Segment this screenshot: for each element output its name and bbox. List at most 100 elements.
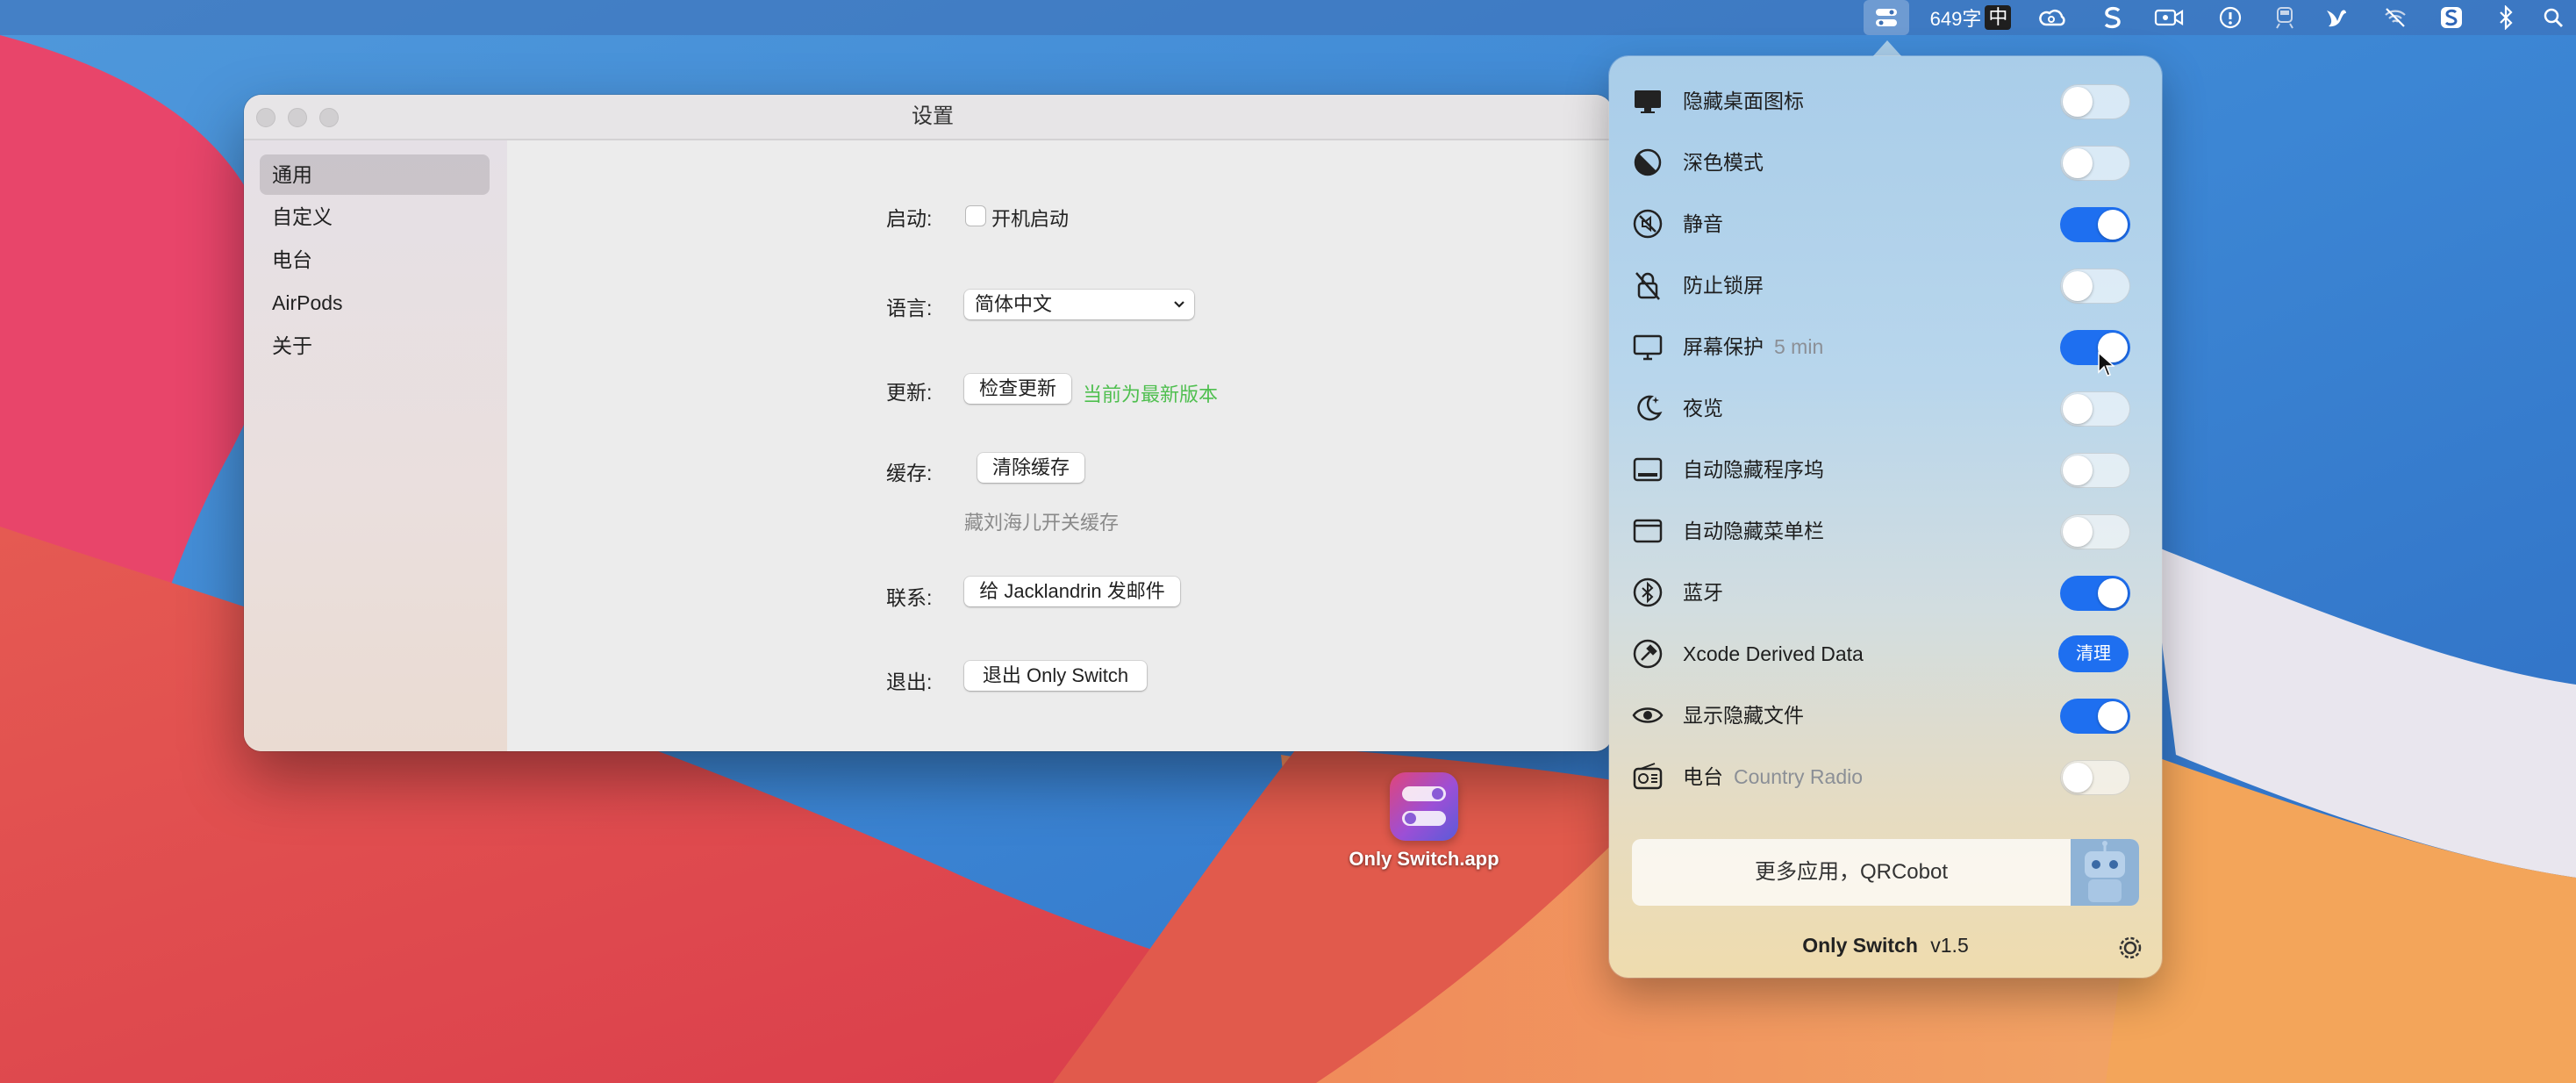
radio-toggle[interactable] bbox=[2060, 760, 2130, 795]
email-developer-button[interactable]: 给 Jacklandrin 发邮件 bbox=[964, 577, 1180, 606]
language-select-value: 简体中文 bbox=[975, 293, 1053, 315]
clean-derived-data-button[interactable]: 清理 bbox=[2058, 635, 2129, 672]
screensaver-duration: 5 min bbox=[1774, 335, 1824, 358]
language-select[interactable]: 简体中文 bbox=[964, 290, 1194, 319]
switch-row-xcode-derived-data: Xcode Derived Data 清理 bbox=[1609, 623, 2162, 685]
switch-label: 静音 bbox=[1683, 212, 1723, 235]
mute-icon bbox=[1633, 209, 1663, 239]
autohide-menubar-toggle[interactable] bbox=[2060, 514, 2130, 549]
switch-label: 隐藏桌面图标 bbox=[1683, 90, 1804, 112]
switch-label: 显示隐藏文件 bbox=[1683, 704, 1804, 727]
popover-arrow bbox=[1871, 40, 1903, 58]
dark-mode-toggle[interactable] bbox=[2060, 146, 2130, 181]
switch-row-dark-mode: 深色模式 bbox=[1609, 132, 2162, 193]
cache-note: 藏刘海儿开关缓存 bbox=[964, 512, 1120, 534]
contact-label: 联系: bbox=[886, 586, 933, 609]
switch-row-prevent-lock: 防止锁屏 bbox=[1609, 255, 2162, 316]
mouse-cursor-icon bbox=[2098, 351, 2114, 377]
switch-label: 电台 bbox=[1683, 765, 1723, 788]
show-hidden-files-toggle[interactable] bbox=[2060, 699, 2130, 734]
gear-icon[interactable] bbox=[2118, 936, 2143, 960]
switch-label: 蓝牙 bbox=[1683, 581, 1723, 604]
train-icon[interactable] bbox=[2269, 0, 2301, 35]
info-circle-icon[interactable] bbox=[2215, 0, 2246, 35]
switch-label: 自动隐藏菜单栏 bbox=[1683, 520, 1824, 542]
qrcobot-robot-icon bbox=[2071, 839, 2139, 906]
quit-label: 退出: bbox=[886, 671, 933, 693]
footer-version: v1.5 bbox=[1930, 934, 1969, 957]
switch-row-radio: 电台 Country Radio bbox=[1609, 746, 2162, 807]
bluetooth-icon bbox=[1633, 577, 1663, 607]
bluetooth-toggle[interactable] bbox=[2060, 576, 2130, 611]
app-file-label[interactable]: Only Switch.app bbox=[1316, 848, 1532, 871]
lock-off-icon bbox=[1635, 272, 1660, 300]
more-apps-text: 更多应用，QRCobot bbox=[1754, 860, 1949, 884]
footer-app-name: Only Switch bbox=[1802, 934, 1918, 957]
facetime-camera-icon[interactable] bbox=[2151, 0, 2186, 35]
input-method-badge: 中 bbox=[1985, 5, 2012, 30]
switch-label: 自动隐藏程序坞 bbox=[1683, 458, 1824, 481]
night-shift-toggle[interactable] bbox=[2060, 391, 2130, 427]
switch-label: 屏幕保护 bbox=[1683, 335, 1764, 358]
switch-row-bluetooth: 蓝牙 bbox=[1609, 562, 2162, 623]
word-count[interactable]: 649字 中 bbox=[1921, 0, 2020, 35]
switch-row-autohide-menubar: 自动隐藏菜单栏 bbox=[1609, 500, 2162, 562]
cache-label: 缓存: bbox=[886, 462, 933, 484]
bird-icon[interactable] bbox=[2320, 0, 2351, 35]
bluetooth-icon[interactable] bbox=[2490, 0, 2522, 35]
update-status-text: 当前为最新版本 bbox=[1083, 384, 1219, 405]
window-title: 设置 bbox=[912, 104, 954, 128]
sidebar-item-general[interactable]: 通用 bbox=[260, 154, 490, 195]
switch-label: 夜览 bbox=[1683, 397, 1723, 420]
more-apps-banner[interactable]: 更多应用，QRCobot bbox=[1632, 839, 2139, 906]
menubar-icon bbox=[1633, 519, 1663, 543]
screensaver-toggle[interactable] bbox=[2060, 330, 2130, 365]
settings-sidebar: 通用 自定义 电台 AirPods 关于 bbox=[244, 140, 508, 751]
settings-window: 设置 通用 自定义 电台 AirPods 关于 启动: 开机启动 语言: 简体中… bbox=[244, 95, 1613, 751]
autohide-dock-toggle[interactable] bbox=[2060, 453, 2130, 488]
settings-content: 启动: 开机启动 语言: 简体中文 更新: 检查更新 当前为最新版本 缓存: 清… bbox=[507, 140, 1613, 751]
switch-row-mute: 静音 bbox=[1609, 193, 2162, 255]
sidebar-item-radio[interactable]: 电台 bbox=[260, 240, 490, 280]
word-count-text: 649字 bbox=[1929, 8, 1982, 30]
chevron-down-icon bbox=[1174, 301, 1184, 308]
prevent-lock-toggle[interactable] bbox=[2060, 269, 2130, 304]
switch-row-screensaver: 屏幕保护 5 min bbox=[1609, 316, 2162, 377]
only-switch-icon[interactable] bbox=[1864, 0, 1909, 35]
dock-icon bbox=[1633, 457, 1663, 482]
sidebar-item-about[interactable]: 关于 bbox=[260, 326, 490, 366]
s-app-icon[interactable] bbox=[2097, 0, 2129, 35]
sidebar-item-airpods[interactable]: AirPods bbox=[260, 283, 490, 323]
radio-station-name: Country Radio bbox=[1734, 765, 1864, 788]
search-icon[interactable] bbox=[2537, 0, 2569, 35]
startup-label: 启动: bbox=[886, 207, 933, 230]
switch-label: Xcode Derived Data bbox=[1683, 642, 1864, 665]
menu-bar: 649字 中 bbox=[0, 0, 2576, 35]
wifi-off-icon[interactable] bbox=[2379, 0, 2411, 35]
only-switch-app-icon[interactable] bbox=[1390, 772, 1458, 841]
launch-at-login-checkbox[interactable] bbox=[966, 206, 985, 226]
title-bar[interactable]: 设置 bbox=[244, 95, 1613, 140]
mute-toggle[interactable] bbox=[2060, 207, 2130, 242]
eye-icon bbox=[1632, 707, 1664, 723]
app-version-footer: Only Switch v1.5 bbox=[1609, 934, 2162, 957]
launch-at-login-label[interactable]: 开机启动 bbox=[991, 204, 1069, 232]
sogou-icon[interactable] bbox=[2436, 0, 2467, 35]
check-update-button[interactable]: 检查更新 bbox=[964, 374, 1071, 404]
quit-app-button[interactable]: 退出 Only Switch bbox=[964, 661, 1147, 691]
switch-label: 深色模式 bbox=[1683, 151, 1764, 174]
desktop-icon bbox=[1635, 90, 1661, 113]
switch-label: 防止锁屏 bbox=[1683, 274, 1764, 297]
language-label: 语言: bbox=[886, 297, 933, 319]
hide-desktop-icons-toggle[interactable] bbox=[2060, 84, 2130, 119]
creative-cloud-icon[interactable] bbox=[2036, 0, 2071, 35]
radio-icon bbox=[1633, 763, 1663, 790]
clear-cache-button[interactable]: 清除缓存 bbox=[977, 453, 1084, 483]
hammer-icon bbox=[1633, 639, 1663, 669]
switch-row-night-shift: 夜览 bbox=[1609, 377, 2162, 439]
update-label: 更新: bbox=[886, 381, 933, 404]
screensaver-icon bbox=[1633, 334, 1663, 361]
switch-row-show-hidden-files: 显示隐藏文件 bbox=[1609, 685, 2162, 746]
sidebar-item-customize[interactable]: 自定义 bbox=[260, 197, 490, 237]
moon-icon bbox=[1637, 395, 1663, 421]
